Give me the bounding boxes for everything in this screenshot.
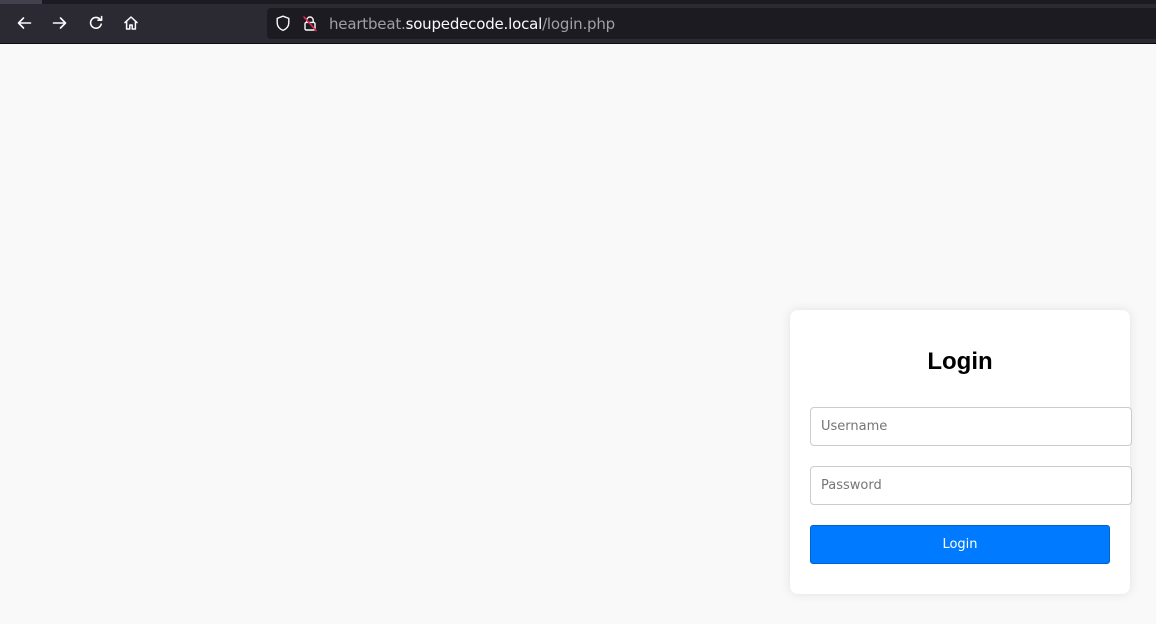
login-title: Login xyxy=(927,348,993,375)
login-card: Login Login xyxy=(790,310,1132,594)
arrow-left-icon xyxy=(17,17,32,29)
back-button[interactable] xyxy=(9,9,39,37)
browser-toolbar: heartbeat.soupedecode.local/login.php xyxy=(0,4,1156,44)
arrow-right-icon xyxy=(52,17,67,29)
address-bar[interactable]: heartbeat.soupedecode.local/login.php xyxy=(267,8,1156,39)
home-button[interactable] xyxy=(116,9,146,37)
username-input[interactable] xyxy=(810,407,1132,446)
url-subdomain: heartbeat. xyxy=(329,15,406,33)
url-path: /login.php xyxy=(542,15,615,33)
login-button[interactable]: Login xyxy=(810,525,1110,564)
url-text[interactable]: heartbeat.soupedecode.local/login.php xyxy=(329,15,615,33)
home-icon xyxy=(124,16,138,30)
reload-button[interactable] xyxy=(81,9,111,37)
password-input[interactable] xyxy=(810,466,1132,505)
url-host: soupedecode.local xyxy=(405,15,543,33)
forward-button[interactable] xyxy=(45,9,75,37)
reload-icon xyxy=(89,15,103,29)
insecure-lock-icon[interactable] xyxy=(302,15,318,32)
shield-icon[interactable] xyxy=(275,15,291,32)
